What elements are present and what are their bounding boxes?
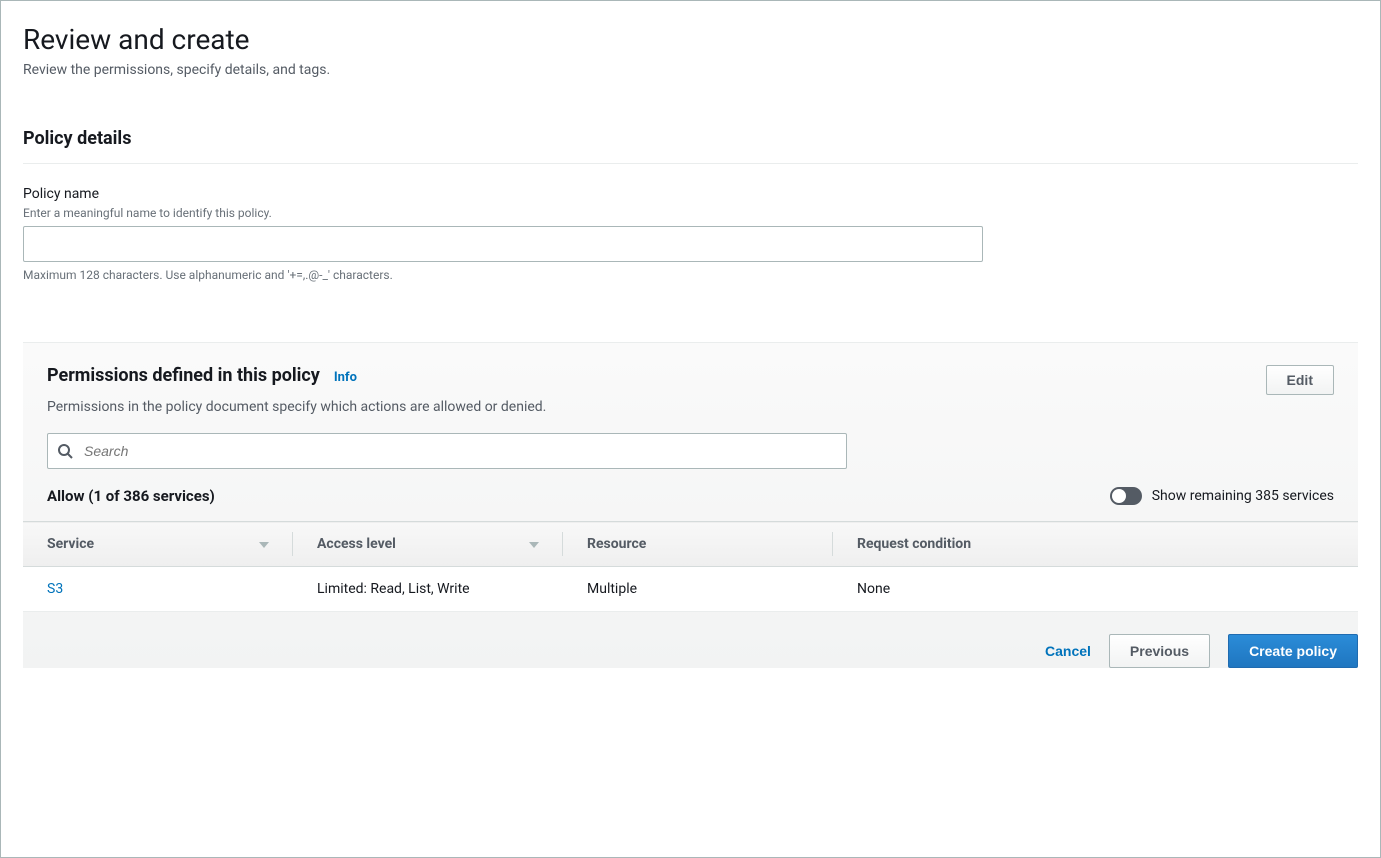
page-title: Review and create (23, 23, 1358, 56)
col-request-condition-label: Request condition (857, 536, 971, 552)
permissions-description: Permissions in the policy document speci… (47, 399, 1334, 415)
service-link[interactable]: S3 (47, 581, 63, 597)
section-divider (23, 163, 1358, 164)
policy-name-input[interactable] (23, 226, 983, 262)
allow-summary: Allow (1 of 386 services) (47, 487, 215, 505)
col-resource-label: Resource (587, 536, 646, 552)
col-access-label: Access level (317, 536, 396, 552)
search-wrap (47, 433, 847, 469)
policy-name-help: Maximum 128 characters. Use alphanumeric… (23, 268, 1358, 282)
permissions-panel: Permissions defined in this policy Info … (23, 342, 1358, 668)
policy-name-field: Policy name Enter a meaningful name to i… (23, 186, 1358, 282)
col-service-label: Service (47, 536, 94, 552)
col-request-condition-header: Request condition (833, 522, 1358, 567)
sort-caret-icon (529, 542, 539, 548)
search-input[interactable] (47, 433, 847, 469)
search-icon (57, 443, 73, 459)
policy-details-heading: Policy details (23, 128, 1358, 149)
permissions-table: Service Access level Resource Request co… (23, 521, 1358, 612)
page-subtitle: Review the permissions, specify details,… (23, 62, 1358, 78)
permissions-heading: Permissions defined in this policy (47, 365, 320, 386)
col-access-header[interactable]: Access level (293, 522, 563, 567)
policy-name-hint: Enter a meaningful name to identify this… (23, 206, 1358, 220)
create-policy-button[interactable]: Create policy (1228, 634, 1358, 668)
show-remaining-label: Show remaining 385 services (1152, 488, 1334, 504)
cancel-button[interactable]: Cancel (1045, 643, 1091, 659)
info-link[interactable]: Info (334, 370, 357, 385)
table-row: S3 Limited: Read, List, Write Multiple N… (23, 567, 1358, 612)
sort-caret-icon (259, 542, 269, 548)
access-level-cell: Limited: Read, List, Write (293, 567, 563, 612)
policy-name-label: Policy name (23, 186, 1358, 202)
previous-button[interactable]: Previous (1109, 634, 1210, 668)
col-service-header[interactable]: Service (23, 522, 293, 567)
edit-button[interactable]: Edit (1266, 365, 1334, 395)
footer-actions: Cancel Previous Create policy (23, 612, 1358, 668)
show-remaining-toggle[interactable] (1110, 487, 1142, 505)
col-resource-header: Resource (563, 522, 833, 567)
resource-cell: Multiple (563, 567, 833, 612)
request-condition-cell: None (833, 567, 1358, 612)
